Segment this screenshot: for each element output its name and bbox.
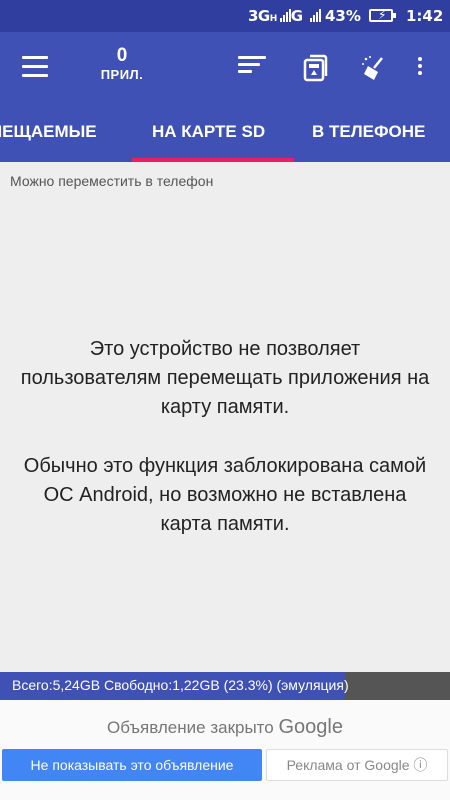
section-label: Можно переместить в телефон [10,173,214,189]
storage-text: Всего:5,24GB Свободно:1,22GB (23.3%) (эм… [12,677,349,693]
google-logo: Google [278,716,343,738]
signal-icon [280,9,291,22]
empty-message-primary: Это устройство не позволяет пользователя… [20,338,430,418]
empty-message-secondary: Обычно это функция заблокирована самой О… [23,455,427,535]
more-vert-icon[interactable] [410,52,430,84]
ad-closed-text: Объявление закрыто [107,718,274,737]
ad-closed-notice: Объявление закрыто Google [0,716,450,739]
clock: 1:42 [406,7,444,25]
tab-bar: МЕЩАЕМЫЕ НА КАРТЕ SD В ТЕЛЕФОНЕ [0,104,450,162]
battery-percent: 43% [325,7,361,25]
ads-by-google-button[interactable]: Реклама от Google ⓘ [266,749,448,781]
apps-count: 0 [116,45,128,66]
menu-icon[interactable] [22,56,48,78]
broom-icon[interactable] [358,52,390,84]
hide-ad-button[interactable]: Не показывать это объявление [2,749,262,781]
tab-on-sd-card[interactable]: НА КАРТЕ SD [152,104,265,162]
tab-indicator [132,158,294,162]
sd-card-icon[interactable] [300,52,332,84]
sort-icon[interactable] [238,52,270,84]
network-type-label: 3GH G [248,7,303,25]
app-bar: 0 ПРИЛ. [0,32,450,104]
tab-in-phone[interactable]: В ТЕЛЕФОНЕ [312,104,425,162]
status-bar: 3GH G 43% ⚡ 1:42 [0,0,450,32]
battery-icon: ⚡ [369,8,396,22]
signal-icon-2 [310,9,321,22]
storage-bar: Всего:5,24GB Свободно:1,22GB (23.3%) (эм… [0,672,450,700]
apps-label: ПРИЛ. [100,67,144,82]
apps-counter: 0 ПРИЛ. [90,46,154,84]
tab-movable[interactable]: МЕЩАЕМЫЕ [0,104,97,162]
